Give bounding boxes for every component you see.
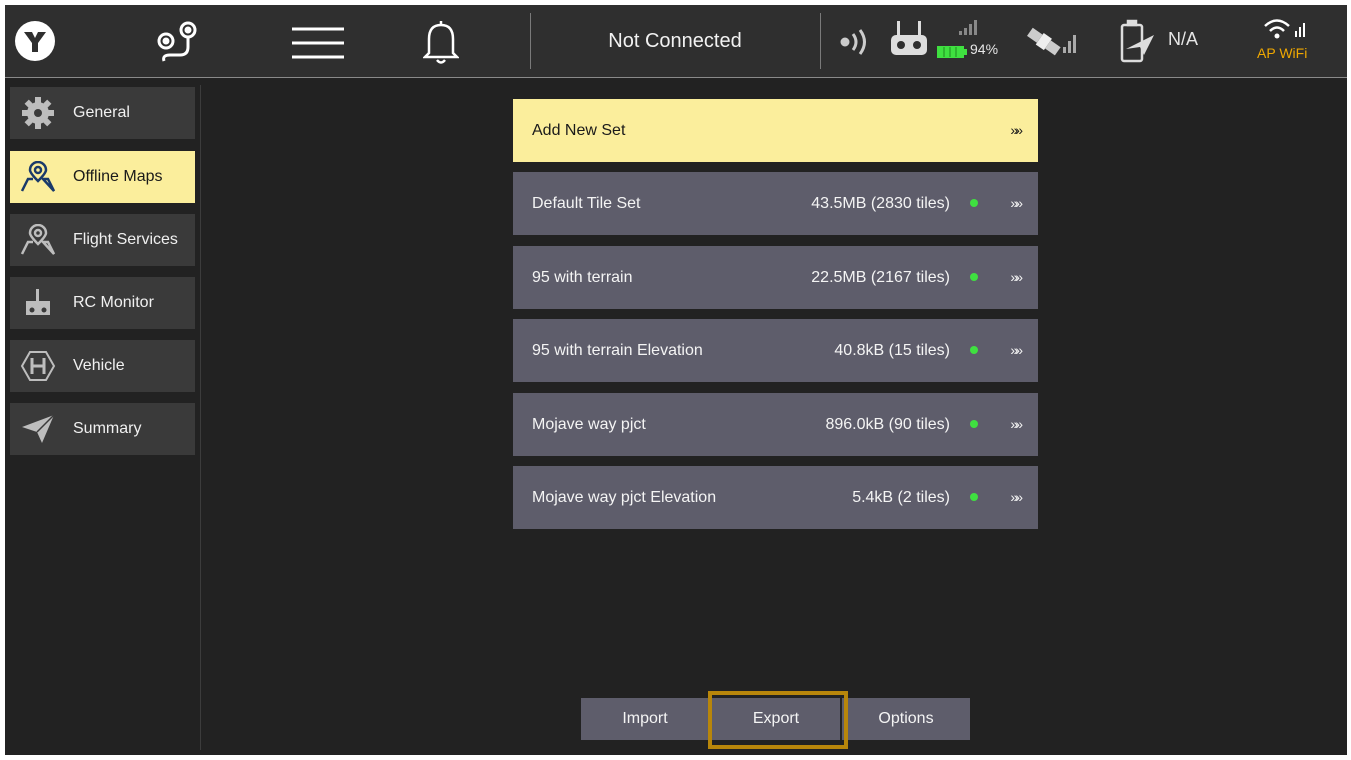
map-pin-icon: [20, 160, 56, 193]
add-new-set-button[interactable]: Add New Set »»: [513, 99, 1038, 162]
top-toolbar: Not Connected 94% N/A AP WiFi: [5, 5, 1347, 78]
tile-set-row[interactable]: Mojave way pjct 896.0kB (90 tiles) »»: [513, 393, 1038, 456]
sidebar-item-label: General: [73, 104, 130, 121]
paper-plane-icon: [20, 413, 56, 445]
app-window: Not Connected 94% N/A AP WiFi General Of…: [5, 5, 1347, 755]
download-complete-indicator: [970, 346, 978, 354]
sidebar-divider: [200, 85, 201, 750]
sidebar-item-summary[interactable]: Summary: [10, 403, 195, 455]
gear-icon: [20, 97, 56, 129]
connection-status-text: Not Connected: [608, 30, 742, 52]
tile-set-size: 22.5MB (2167 tiles): [811, 269, 950, 286]
tile-set-name: Mojave way pjct Elevation: [532, 489, 717, 506]
sidebar-item-label: Offline Maps: [73, 168, 163, 185]
route-pin-icon[interactable]: [150, 17, 206, 67]
sidebar-item-label: Flight Services: [73, 231, 178, 248]
download-complete-indicator: [970, 273, 978, 281]
hamburger-menu-icon[interactable]: [290, 25, 346, 61]
tile-set-size: 896.0kB (90 tiles): [825, 416, 950, 433]
toolbar-divider: [530, 13, 531, 69]
add-new-set-label: Add New Set: [532, 122, 626, 139]
download-complete-indicator: [970, 420, 978, 428]
satellite-gps-icon: [1025, 23, 1077, 59]
tile-set-size: 5.4kB (2 tiles): [852, 489, 950, 506]
tile-set-row[interactable]: Mojave way pjct Elevation 5.4kB (2 tiles…: [513, 466, 1038, 529]
tile-set-size: 43.5MB (2830 tiles): [811, 195, 950, 212]
sidebar-item-rc-monitor[interactable]: RC Monitor: [10, 277, 195, 329]
vehicle-battery-value: N/A: [1168, 29, 1199, 49]
chevron-right-icon: »»: [1010, 195, 1022, 211]
chevron-right-icon: »»: [1010, 416, 1022, 432]
download-complete-indicator: [970, 199, 978, 207]
remote-controller-icon: [889, 19, 929, 59]
download-complete-indicator: [970, 493, 978, 501]
sidebar-item-general[interactable]: General: [10, 87, 195, 139]
tile-set-row[interactable]: 95 with terrain 22.5MB (2167 tiles) »»: [513, 246, 1038, 309]
signal-broadcast-icon: [835, 27, 875, 57]
wifi-mode-label: AP WiFi: [1257, 45, 1308, 61]
vehicle-battery-icon: [1118, 19, 1160, 65]
tile-set-name: Default Tile Set: [532, 195, 641, 212]
wifi-icon[interactable]: [1263, 17, 1309, 43]
app-logo-icon[interactable]: [13, 19, 57, 63]
tile-set-name: Mojave way pjct: [532, 416, 646, 433]
tile-set-row[interactable]: 95 with terrain Elevation 40.8kB (15 til…: [513, 319, 1038, 382]
chevron-right-icon: »»: [1010, 269, 1022, 285]
remote-controller-icon: [20, 287, 56, 319]
chevron-right-icon: »»: [1010, 122, 1022, 138]
helipad-icon: [20, 350, 56, 382]
sidebar-item-vehicle[interactable]: Vehicle: [10, 340, 195, 392]
sidebar-item-flight-services[interactable]: Flight Services: [10, 214, 195, 266]
tile-set-name: 95 with terrain Elevation: [532, 342, 703, 359]
tile-set-size: 40.8kB (15 tiles): [834, 342, 950, 359]
export-button-highlight: [708, 691, 848, 749]
rc-battery-icon: [937, 45, 969, 59]
tile-set-row[interactable]: Default Tile Set 43.5MB (2830 tiles) »»: [513, 172, 1038, 235]
toolbar-divider: [820, 13, 821, 69]
sidebar-item-label: Summary: [73, 420, 142, 437]
notification-bell-icon[interactable]: [423, 19, 459, 65]
chevron-right-icon: »»: [1010, 489, 1022, 505]
rc-battery-percent: 94%: [970, 41, 999, 57]
options-button[interactable]: Options: [842, 698, 970, 740]
sidebar-item-label: Vehicle: [73, 357, 125, 374]
import-button[interactable]: Import: [581, 698, 709, 740]
sidebar-item-offline-maps[interactable]: Offline Maps: [10, 151, 195, 203]
sidebar-item-label: RC Monitor: [73, 294, 154, 311]
tile-set-name: 95 with terrain: [532, 269, 633, 286]
rc-signal-bars-icon: [957, 19, 981, 35]
chevron-right-icon: »»: [1010, 342, 1022, 358]
map-pin-icon: [20, 223, 56, 256]
